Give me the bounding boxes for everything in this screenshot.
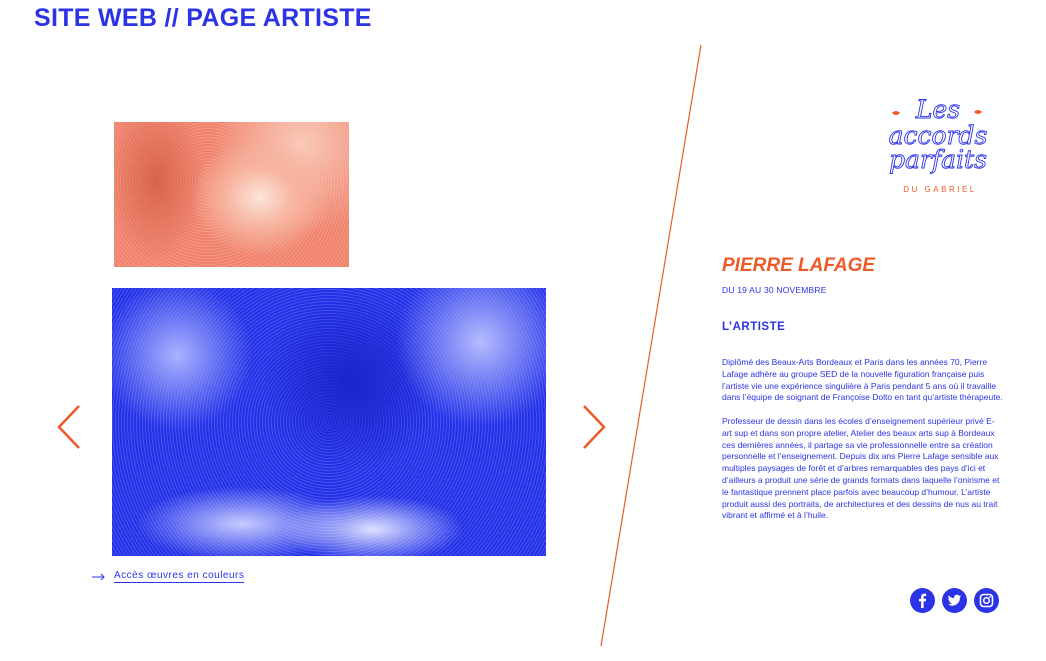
photo-orange-tree: [114, 122, 349, 267]
facebook-icon[interactable]: [910, 588, 935, 613]
section-heading: L’ARTISTE: [722, 321, 786, 333]
next-arrow-icon[interactable]: [578, 404, 608, 450]
twitter-icon[interactable]: [942, 588, 967, 613]
bio-paragraph: Diplômé des Beaux-Arts Bordeaux et Paris…: [722, 357, 1003, 403]
arrow-right-icon: [92, 573, 105, 580]
exhibition-dates: DU 19 AU 30 NOVEMBRE: [722, 285, 827, 295]
colour-works-link-label: Accès œuvres en couleurs: [114, 570, 245, 583]
svg-text:Les: Les: [915, 95, 960, 124]
instagram-icon[interactable]: [974, 588, 999, 613]
previous-arrow-icon[interactable]: [55, 404, 85, 450]
svg-text:parfaits: parfaits: [889, 145, 987, 174]
bio-paragraph: Professeur de dessin dans les écoles d’e…: [722, 415, 1000, 521]
artist-biography: Diplômé des Beaux-Arts Bordeaux et Paris…: [722, 357, 1004, 534]
svg-text:DU GABRIEL: DU GABRIEL: [903, 185, 976, 194]
colour-works-link[interactable]: Accès œuvres en couleurs: [92, 570, 245, 583]
social-links: [910, 588, 999, 613]
logo: Les accords parfaits DU GABRIEL: [888, 95, 988, 194]
photo-blue-tree: [112, 288, 546, 556]
artist-name: PIERRE LAFAGE: [722, 255, 876, 276]
